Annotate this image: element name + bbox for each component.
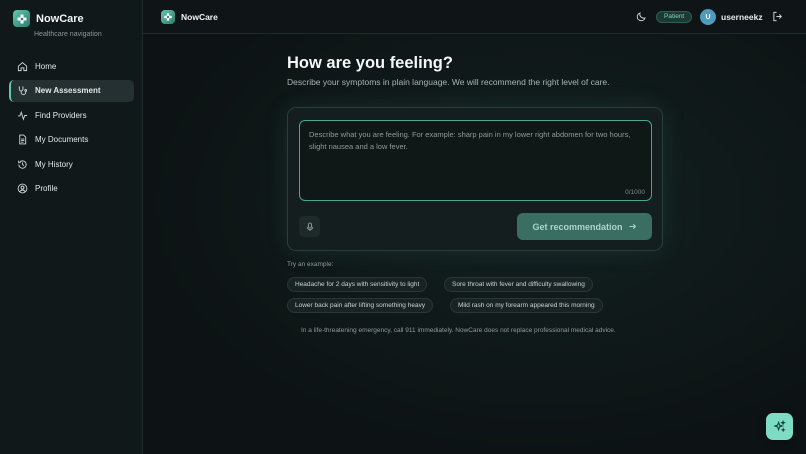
top-brand-name: NowCare <box>181 12 218 22</box>
page-title: How are you feeling? <box>287 54 453 72</box>
sidebar-item-find-providers[interactable]: Find Providers <box>9 104 134 126</box>
document-icon <box>19 134 27 145</box>
symptom-input[interactable] <box>300 121 651 200</box>
symptom-card: 0/1000 Get recommendation <box>287 107 663 251</box>
top-brand[interactable]: NowCare <box>161 10 218 24</box>
sidebar-item-label: Profile <box>35 184 58 194</box>
sidebar: NowCare Healthcare navigation Home New A… <box>0 0 143 454</box>
top-bar: NowCare Patient U userneekz <box>143 0 806 34</box>
brand[interactable]: NowCare <box>13 10 84 27</box>
sidebar-item-new-assessment[interactable]: New Assessment <box>9 79 134 102</box>
home-icon <box>17 61 28 71</box>
history-icon <box>18 160 27 169</box>
brand-subtitle: Healthcare navigation <box>34 31 102 38</box>
sidebar-item-profile[interactable]: Profile <box>9 178 134 200</box>
sidebar-item-my-documents[interactable]: My Documents <box>9 129 134 151</box>
get-recommendation-button[interactable]: Get recommendation <box>517 213 652 240</box>
sidebar-item-home[interactable]: Home <box>9 55 134 77</box>
username: userneekz <box>721 12 763 22</box>
arrow-right-icon <box>629 223 636 230</box>
symptom-input-wrapper: 0/1000 <box>299 120 652 201</box>
example-chip[interactable]: Lower back pain after lifting something … <box>287 298 434 313</box>
sidebar-item-label: New Assessment <box>35 86 101 96</box>
activity-icon <box>17 110 28 121</box>
main-content: How are you feeling? Describe your sympt… <box>143 34 806 454</box>
logout-icon[interactable] <box>772 11 783 22</box>
emergency-disclaimer: In a life-threatening emergency, call 91… <box>301 327 616 334</box>
microphone-button[interactable] <box>299 216 320 237</box>
user-circle-icon <box>17 184 28 194</box>
examples-label: Try an example: <box>287 261 334 268</box>
page-subtitle: Describe your symptoms in plain language… <box>287 77 610 87</box>
logo-icon <box>161 10 175 24</box>
microphone-icon <box>306 222 313 231</box>
sidebar-item-label: My Documents <box>35 135 89 145</box>
example-chip[interactable]: Mild rash on my forearm appeared this mo… <box>450 298 603 313</box>
example-chip[interactable]: Sore throat with fever and difficulty sw… <box>444 277 593 292</box>
assistant-button[interactable] <box>766 413 793 440</box>
role-badge: Patient <box>656 11 693 23</box>
sidebar-nav: Home New Assessment Find Providers My Do… <box>9 55 134 203</box>
stethoscope-icon <box>18 86 28 96</box>
sidebar-item-label: My History <box>35 159 73 169</box>
get-recommendation-label: Get recommendation <box>532 221 623 232</box>
sidebar-item-label: Home <box>35 61 57 71</box>
moon-icon[interactable] <box>636 11 647 22</box>
avatar[interactable]: U <box>700 9 716 25</box>
sparkles-icon <box>773 420 786 433</box>
character-counter: 0/1000 <box>625 189 645 196</box>
sidebar-item-my-history[interactable]: My History <box>9 153 134 175</box>
logo-icon <box>13 10 30 27</box>
brand-name: NowCare <box>36 12 84 25</box>
example-chip[interactable]: Headache for 2 days with sensitivity to … <box>287 277 428 292</box>
sidebar-item-label: Find Providers <box>35 110 87 120</box>
